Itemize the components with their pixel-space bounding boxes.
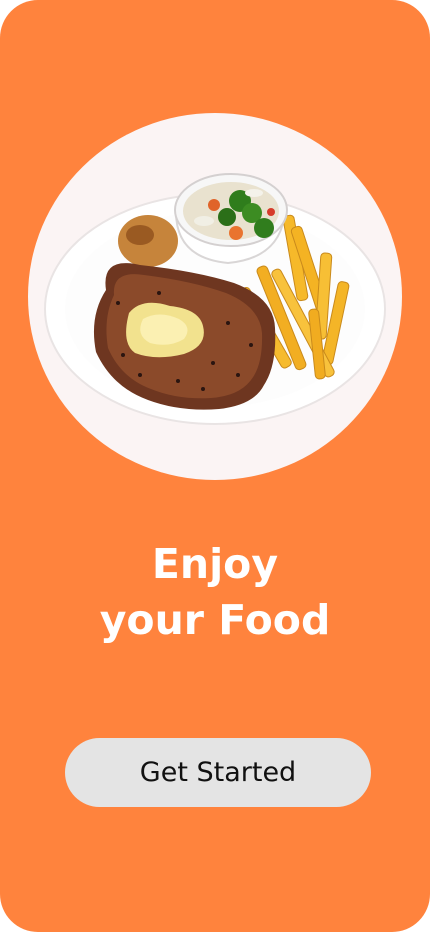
steak-plate-illustration <box>44 173 386 425</box>
get-started-button[interactable]: Get Started <box>65 738 371 807</box>
headline: Enjoy your Food <box>0 536 430 648</box>
hero-food-image <box>28 113 402 480</box>
sauce-highlight <box>126 225 154 245</box>
headline-line1: Enjoy <box>151 540 279 588</box>
headline-line2: your Food <box>99 596 331 644</box>
onboarding-screen: Enjoy your Food Get Started <box>0 0 430 932</box>
